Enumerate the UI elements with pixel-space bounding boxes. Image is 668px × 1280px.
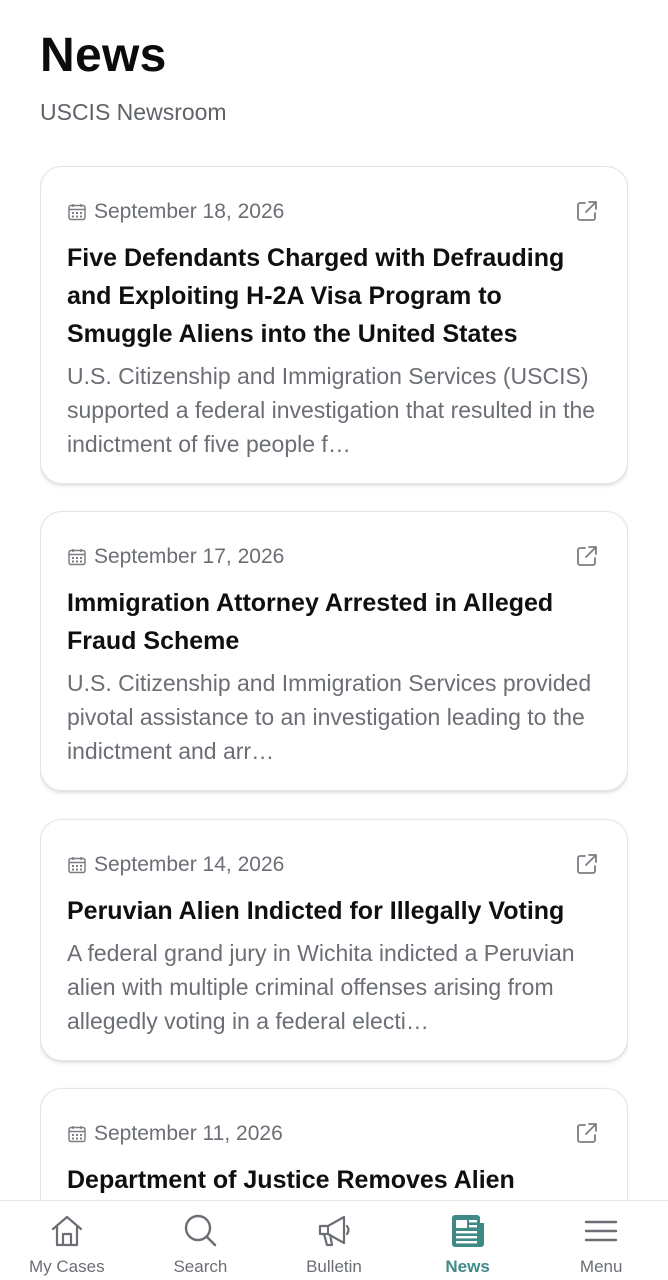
- nav-item-search[interactable]: Search: [134, 1201, 268, 1280]
- external-link-icon[interactable]: [575, 1121, 599, 1145]
- nav-label: Bulletin: [306, 1257, 362, 1276]
- news-date: September 11, 2026: [94, 1122, 283, 1145]
- news-card[interactable]: September 17, 2026 Immigration Attorney …: [40, 511, 628, 791]
- megaphone-icon: [318, 1215, 350, 1247]
- news-card-date-row: September 18, 2026: [67, 195, 601, 229]
- calendar-icon: [68, 857, 86, 874]
- calendar-icon: [68, 204, 86, 221]
- news-card[interactable]: September 14, 2026 Peruvian Alien Indict…: [40, 819, 628, 1061]
- news-date: September 14, 2026: [94, 853, 285, 876]
- news-headline[interactable]: Department of Justice Removes Alien: [67, 1161, 601, 1199]
- page-header: News USCIS Newsroom: [40, 30, 227, 126]
- news-card-date-row: September 11, 2026: [67, 1117, 601, 1151]
- news-headline[interactable]: Peruvian Alien Indicted for Illegally Vo…: [67, 892, 601, 930]
- news-date: September 18, 2026: [94, 200, 285, 223]
- nav-item-news[interactable]: News: [401, 1201, 535, 1280]
- news-summary: U.S. Citizenship and Immigration Service…: [67, 670, 592, 764]
- news-date: September 17, 2026: [94, 545, 285, 568]
- hamburger-menu-icon: [584, 1220, 618, 1242]
- calendar-icon: [68, 1126, 86, 1143]
- newspaper-icon: [451, 1215, 484, 1247]
- search-icon: [185, 1214, 217, 1247]
- nav-label: Menu: [579, 1257, 623, 1276]
- nav-item-bulletin[interactable]: Bulletin: [267, 1201, 401, 1280]
- news-card-date-row: September 17, 2026: [67, 540, 601, 574]
- external-link-icon[interactable]: [575, 199, 599, 223]
- external-link-icon[interactable]: [575, 852, 599, 876]
- news-screen: News USCIS Newsroom September 18, 2026 F…: [0, 0, 668, 1280]
- news-summary: A federal grand jury in Wichita indicted…: [67, 940, 575, 1034]
- page-title: News: [40, 29, 167, 82]
- news-card-date-row: September 14, 2026: [67, 848, 601, 882]
- nav-label: News: [445, 1257, 490, 1276]
- news-headline[interactable]: Immigration Attorney Arrested in Alleged…: [67, 584, 601, 660]
- news-card[interactable]: September 11, 2026 Department of Justice…: [40, 1088, 628, 1200]
- house-icon: [51, 1215, 82, 1247]
- nav-item-menu[interactable]: Menu: [534, 1201, 668, 1280]
- news-headline[interactable]: Five Defendants Charged with Defrauding …: [67, 239, 601, 353]
- calendar-icon: [68, 549, 86, 566]
- news-summary: U.S. Citizenship and Immigration Service…: [67, 363, 596, 457]
- nav-label: Search: [173, 1257, 228, 1276]
- page-subtitle: USCIS Newsroom: [40, 99, 227, 125]
- external-link-icon[interactable]: [575, 544, 599, 568]
- bottom-navigation: My Cases Search Bulletin News Menu: [0, 1200, 668, 1280]
- nav-item-my-cases[interactable]: My Cases: [0, 1201, 134, 1280]
- news-card[interactable]: September 18, 2026 Five Defendants Charg…: [40, 166, 628, 484]
- nav-label: My Cases: [29, 1257, 105, 1276]
- news-feed[interactable]: September 18, 2026 Five Defendants Charg…: [40, 166, 628, 1200]
